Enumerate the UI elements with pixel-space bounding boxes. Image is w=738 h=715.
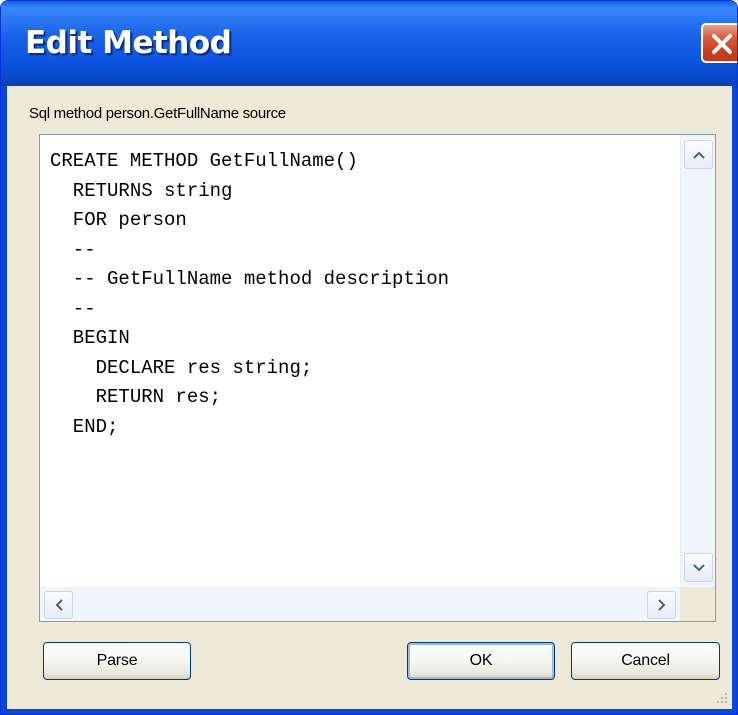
code-line: RETURN res; xyxy=(50,386,222,408)
edit-method-dialog: Edit Method Sql method person.GetFullNam… xyxy=(0,0,738,715)
cancel-button[interactable]: Cancel xyxy=(571,642,720,680)
scroll-down-button[interactable] xyxy=(684,553,713,582)
parse-button[interactable]: Parse xyxy=(43,642,191,680)
code-line: CREATE METHOD GetFullName() xyxy=(50,150,358,172)
code-line: -- GetFullName method description xyxy=(50,268,450,290)
code-line: FOR person xyxy=(50,209,187,231)
chevron-left-icon xyxy=(55,599,63,611)
scroll-left-button[interactable] xyxy=(44,591,73,619)
sql-source-editor[interactable]: CREATE METHOD GetFullName() RETURNS stri… xyxy=(39,134,716,622)
code-line: END; xyxy=(50,415,119,438)
code-line: -- xyxy=(50,238,96,261)
window-frame-left xyxy=(1,86,7,714)
ok-button[interactable]: OK xyxy=(407,642,555,680)
scrollbar-corner xyxy=(680,587,715,621)
scroll-right-button[interactable] xyxy=(647,591,676,619)
title-bar[interactable]: Edit Method xyxy=(1,1,737,86)
vertical-scrollbar[interactable] xyxy=(680,135,715,587)
chevron-right-icon xyxy=(657,599,665,611)
code-line: RETURNS string xyxy=(50,179,233,202)
close-button[interactable] xyxy=(701,23,737,63)
window-frame-right xyxy=(732,86,737,714)
code-text[interactable]: CREATE METHOD GetFullName() RETURNS stri… xyxy=(50,147,449,442)
chevron-down-icon xyxy=(692,563,705,571)
window-frame-bottom xyxy=(1,709,737,714)
chevron-up-icon xyxy=(692,151,705,159)
code-line: -- xyxy=(50,297,96,320)
horizontal-scrollbar[interactable] xyxy=(40,587,680,621)
resize-grip-icon[interactable] xyxy=(713,689,729,705)
code-line: BEGIN xyxy=(50,327,130,349)
window-title: Edit Method xyxy=(25,25,232,61)
close-icon xyxy=(712,34,732,54)
scroll-up-button[interactable] xyxy=(684,140,713,169)
source-label: Sql method person.GetFullName source xyxy=(29,105,286,122)
code-line: DECLARE res string; xyxy=(50,356,313,379)
